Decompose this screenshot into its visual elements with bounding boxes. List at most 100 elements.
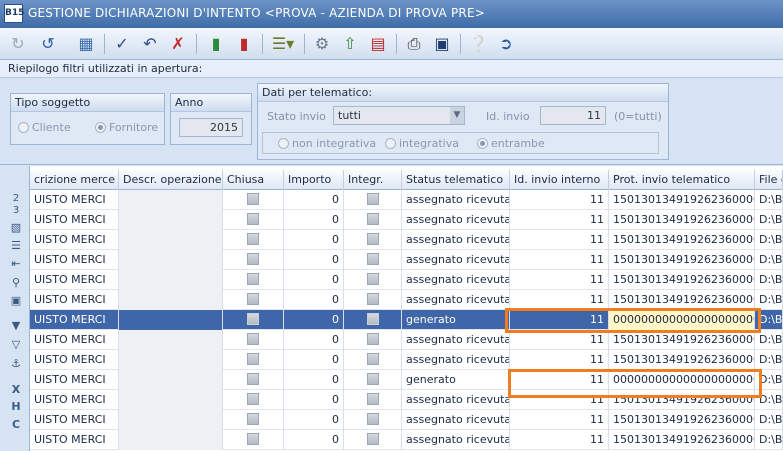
exit-icon[interactable]: ➲: [494, 32, 518, 56]
table-row[interactable]: UISTO MERCI 0 assegnato ricevuta 11 15013013…: [30, 350, 783, 370]
table-row[interactable]: UISTO MERCI 0 assegnato ricevuta 11 15013013…: [30, 250, 783, 270]
cell-file[interactable]: D:\BI: [755, 410, 783, 430]
cell-id-invio[interactable]: 11: [510, 250, 609, 270]
arrow-in-icon[interactable]: ⇤: [9, 257, 23, 271]
checkbox[interactable]: [247, 353, 259, 365]
cell-protocollo[interactable]: 150130134919262360000006: [609, 290, 755, 310]
import-icon[interactable]: ⇧: [338, 32, 362, 56]
column-h-icon[interactable]: H: [9, 400, 23, 414]
cell-integr[interactable]: [344, 430, 402, 450]
cell-file[interactable]: D:\BI: [755, 210, 783, 230]
cell-protocollo[interactable]: 150130134919262360000001: [609, 190, 755, 210]
checkbox[interactable]: [366, 193, 379, 205]
cell-status[interactable]: assegnato ricevuta: [402, 250, 510, 270]
cell-integr[interactable]: [344, 350, 402, 370]
cell-importo[interactable]: 0: [284, 310, 344, 330]
cell-importo[interactable]: 0: [284, 230, 344, 250]
cell-status[interactable]: assegnato ricevuta: [402, 270, 510, 290]
cell-importo[interactable]: 0: [284, 350, 344, 370]
pdf-icon[interactable]: ▤: [366, 32, 390, 56]
col-descrizione-merce[interactable]: crizione merce: [30, 170, 119, 190]
cell-chiusa[interactable]: [223, 410, 284, 430]
cell-descr-operazione[interactable]: [119, 210, 223, 230]
cell-importo[interactable]: 0: [284, 290, 344, 310]
cell-chiusa[interactable]: [223, 310, 284, 330]
list-options-icon[interactable]: ☰▾: [268, 32, 298, 56]
checkbox[interactable]: [247, 213, 259, 225]
edit-undo-icon[interactable]: ↶: [138, 32, 162, 56]
id-invio-field[interactable]: 11: [540, 106, 606, 125]
cell-descrizione-merce[interactable]: UISTO MERCI: [30, 430, 119, 450]
cell-chiusa[interactable]: [223, 210, 284, 230]
checkbox[interactable]: [247, 193, 259, 205]
cell-protocollo[interactable]: 150130134919262360000007: [609, 330, 755, 350]
cell-id-invio[interactable]: 11: [510, 430, 609, 450]
cell-status[interactable]: assegnato ricevuta: [402, 290, 510, 310]
book-red-icon[interactable]: ▮: [232, 32, 256, 56]
cell-integr[interactable]: [344, 230, 402, 250]
cell-integr[interactable]: [344, 210, 402, 230]
grid-export-icon[interactable]: ▦: [74, 32, 98, 56]
cell-descr-operazione[interactable]: [119, 330, 223, 350]
cell-file[interactable]: D:\BI: [755, 350, 783, 370]
radio-fornitore[interactable]: Fornitore: [95, 121, 158, 134]
cell-file[interactable]: D:\BI: [755, 190, 783, 210]
checkbox[interactable]: [366, 273, 379, 285]
cell-descrizione-merce[interactable]: UISTO MERCI: [30, 390, 119, 410]
cell-importo[interactable]: 0: [284, 430, 344, 450]
cell-importo[interactable]: 0: [284, 370, 344, 390]
cell-protocollo[interactable]: 000000000000000000000007: [609, 310, 755, 330]
monitor-icon[interactable]: ▣: [430, 32, 454, 56]
filter-icon[interactable]: ▼: [9, 319, 23, 333]
stato-invio-select[interactable]: tutti ▼: [333, 106, 465, 125]
cell-protocollo[interactable]: 150130134919262360000008: [609, 350, 755, 370]
cell-id-invio[interactable]: 11: [510, 410, 609, 430]
cell-importo[interactable]: 0: [284, 210, 344, 230]
anno-field[interactable]: 2015: [179, 118, 243, 137]
cell-status[interactable]: assegnato ricevuta: [402, 430, 510, 450]
checkbox[interactable]: [366, 333, 379, 345]
cell-descrizione-merce[interactable]: UISTO MERCI: [30, 410, 119, 430]
cell-descr-operazione[interactable]: [119, 410, 223, 430]
zoom-icon[interactable]: ⚲: [9, 276, 23, 290]
cell-descr-operazione[interactable]: [119, 250, 223, 270]
cell-file[interactable]: D:\BI: [755, 370, 783, 390]
cell-id-invio[interactable]: 11: [510, 350, 609, 370]
checkbox[interactable]: [366, 373, 379, 385]
table-row[interactable]: UISTO MERCI 0 assegnato ricevuta 11 15013013…: [30, 390, 783, 410]
cell-descr-operazione[interactable]: [119, 370, 223, 390]
cell-chiusa[interactable]: [223, 350, 284, 370]
cell-protocollo[interactable]: 150130134919262360000003: [609, 230, 755, 250]
col-file[interactable]: File c: [755, 170, 783, 190]
checkbox[interactable]: [366, 293, 379, 305]
checkbox[interactable]: [247, 433, 259, 445]
cell-protocollo[interactable]: 150130134919262360000005: [609, 270, 755, 290]
cell-integr[interactable]: [344, 290, 402, 310]
print-icon[interactable]: ⎙: [402, 32, 426, 56]
cell-importo[interactable]: 0: [284, 250, 344, 270]
cell-file[interactable]: D:\BI: [755, 310, 783, 330]
cell-id-invio[interactable]: 11: [510, 330, 609, 350]
radio-integrativa[interactable]: integrativa: [385, 137, 459, 150]
cell-integr[interactable]: [344, 410, 402, 430]
cell-descrizione-merce[interactable]: UISTO MERCI: [30, 310, 119, 330]
refresh-icon[interactable]: ↻: [6, 32, 30, 56]
checkbox[interactable]: [247, 253, 259, 265]
cell-chiusa[interactable]: [223, 250, 284, 270]
radio-cliente[interactable]: Cliente: [18, 121, 71, 134]
cell-status[interactable]: assegnato ricevuta: [402, 230, 510, 250]
table-row[interactable]: UISTO MERCI 0 assegnato ricevuta 11 15013013…: [30, 330, 783, 350]
cell-descrizione-merce[interactable]: UISTO MERCI: [30, 330, 119, 350]
cell-status[interactable]: generato: [402, 370, 510, 390]
cell-file[interactable]: D:\BI: [755, 290, 783, 310]
cell-descr-operazione[interactable]: [119, 230, 223, 250]
radio-entrambe[interactable]: entrambe: [477, 137, 545, 150]
cell-descr-operazione[interactable]: [119, 190, 223, 210]
col-prot-invio-telematico[interactable]: Prot. invio telematico: [609, 170, 755, 190]
cell-descr-operazione[interactable]: [119, 390, 223, 410]
cell-file[interactable]: D:\BI: [755, 270, 783, 290]
grid-layout-icon[interactable]: ▧: [9, 221, 23, 235]
cell-chiusa[interactable]: [223, 430, 284, 450]
table-row[interactable]: UISTO MERCI 0 assegnato ricevuta 11 15013013…: [30, 230, 783, 250]
table-row[interactable]: UISTO MERCI 0 assegnato ricevuta 11 15013013…: [30, 410, 783, 430]
